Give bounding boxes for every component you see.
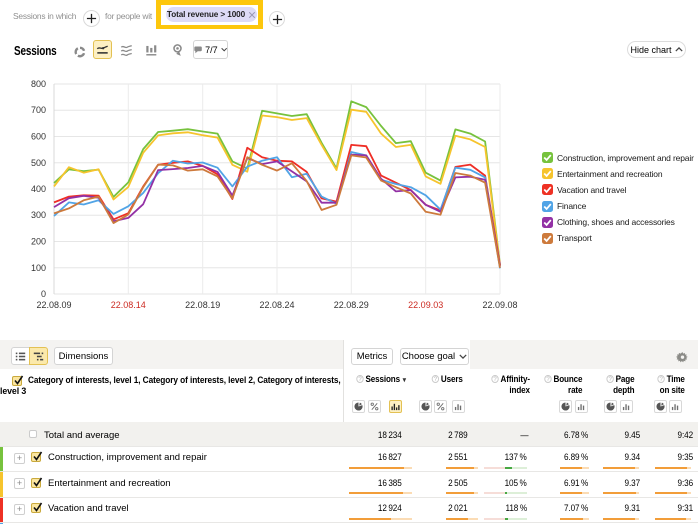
svg-text:22.08.29: 22.08.29 <box>334 300 369 310</box>
svg-text:22.08.09: 22.08.09 <box>36 300 71 310</box>
svg-text:800: 800 <box>31 79 46 89</box>
svg-text:700: 700 <box>31 105 46 115</box>
svg-text:0: 0 <box>41 289 46 299</box>
svg-text:100: 100 <box>31 263 46 273</box>
svg-text:200: 200 <box>31 237 46 247</box>
svg-text:22.09.03: 22.09.03 <box>408 300 443 310</box>
svg-text:300: 300 <box>31 210 46 220</box>
svg-text:22.08.24: 22.08.24 <box>259 300 294 310</box>
svg-text:22.08.14: 22.08.14 <box>111 300 146 310</box>
svg-text:22.08.19: 22.08.19 <box>185 300 220 310</box>
svg-text:22.09.08: 22.09.08 <box>482 300 517 310</box>
svg-text:500: 500 <box>31 158 46 168</box>
svg-text:400: 400 <box>31 184 46 194</box>
svg-text:600: 600 <box>31 132 46 142</box>
